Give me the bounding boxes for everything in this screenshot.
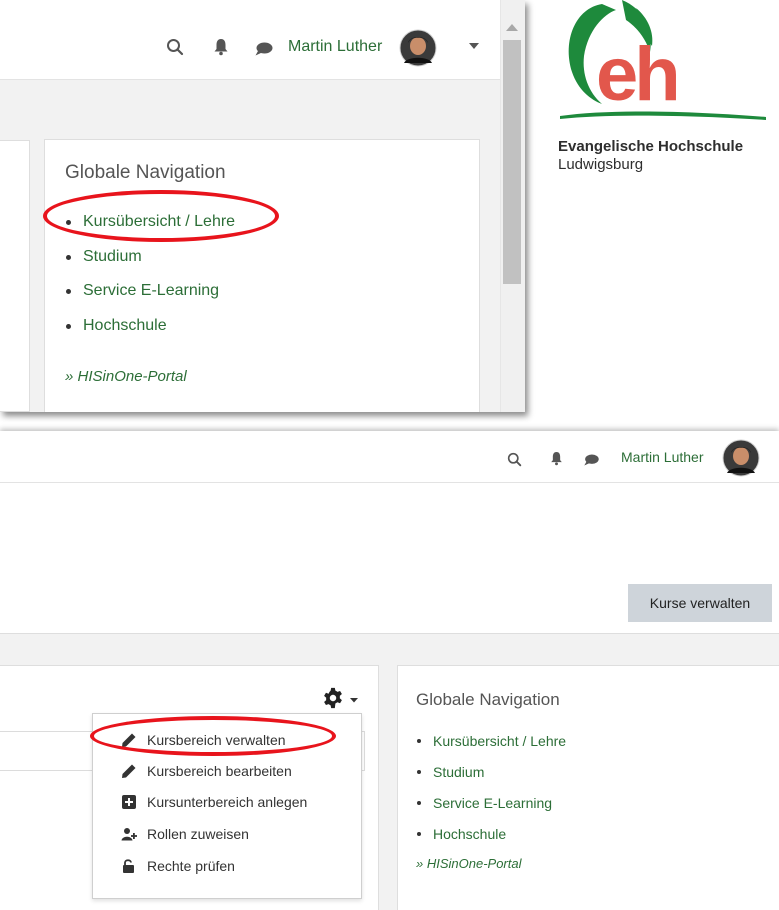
global-navigation-block: Globale Navigation Kursübersicht / Lehre… [44, 139, 480, 412]
global-navigation-block: Globale Navigation Kursübersicht / Lehre… [397, 665, 779, 910]
menu-item-label: Rollen zuweisen [147, 826, 249, 842]
nav-item-service-elearning[interactable]: Service E-Learning [65, 281, 235, 316]
avatar[interactable] [722, 439, 760, 477]
scroll-up-arrow-icon[interactable] [506, 24, 518, 31]
pencil-icon [122, 764, 136, 778]
user-name[interactable]: Martin Luther [288, 38, 382, 56]
caret-down-icon[interactable] [469, 43, 479, 50]
nav-item-kursuebersicht[interactable]: Kursübersicht / Lehre [65, 212, 235, 247]
settings-dropdown-menu: Kursbereich verwalten Kursbereich bearbe… [92, 713, 362, 899]
pencil-icon [122, 733, 136, 747]
bottom-navbar: Martin Luther [0, 431, 779, 483]
nav-item-kursuebersicht[interactable]: Kursübersicht / Lehre [416, 732, 566, 763]
plus-square-icon [122, 795, 136, 809]
menu-item-label: Kursbereich bearbeiten [147, 763, 292, 779]
menu-item-kursbereich-verwalten[interactable]: Kursbereich verwalten [93, 724, 361, 756]
top-screenshot: Martin Luther Globale Navigation Kursübe… [0, 0, 525, 412]
scrollbar-thumb[interactable] [503, 40, 521, 284]
caret-down-icon[interactable] [350, 698, 358, 703]
nav-item-studium[interactable]: Studium [65, 247, 235, 282]
user-name[interactable]: Martin Luther [621, 449, 703, 465]
menu-item-kursbereich-bearbeiten[interactable]: Kursbereich bearbeiten [93, 755, 361, 787]
chat-icon[interactable] [254, 41, 274, 57]
nav-item-service-elearning[interactable]: Service E-Learning [416, 794, 566, 825]
menu-item-label: Kursunterbereich anlegen [147, 794, 308, 810]
content-card [0, 140, 30, 412]
hisinone-portal-link[interactable]: » HISinOne-Portal [416, 856, 522, 871]
menu-item-label: Rechte prüfen [147, 858, 235, 874]
logo-line-1: Evangelische Hochschule [558, 138, 744, 155]
logo-mark: eh [596, 32, 677, 117]
search-icon[interactable] [166, 38, 184, 56]
search-icon[interactable] [507, 452, 522, 467]
global-navigation-list: Kursübersicht / Lehre Studium Service E-… [65, 212, 235, 350]
global-navigation-title: Globale Navigation [65, 162, 226, 183]
nav-item-hochschule[interactable]: Hochschule [416, 825, 566, 856]
gear-icon[interactable] [322, 687, 344, 709]
nav-item-studium[interactable]: Studium [416, 763, 566, 794]
hisinone-portal-link[interactable]: » HISinOne-Portal [65, 368, 187, 385]
global-navigation-title: Globale Navigation [416, 690, 560, 709]
menu-item-rechte-pruefen[interactable]: Rechte prüfen [93, 850, 361, 882]
global-navigation-list: Kursübersicht / Lehre Studium Service E-… [416, 732, 566, 856]
manage-courses-button[interactable]: Kurse verwalten [628, 584, 772, 622]
chat-icon[interactable] [583, 453, 600, 467]
avatar[interactable] [399, 29, 437, 67]
user-plus-icon [121, 828, 137, 841]
menu-item-rollen-zuweisen[interactable]: Rollen zuweisen [93, 818, 361, 850]
logo-line-2: Ludwigsburg [558, 156, 644, 173]
nav-item-hochschule[interactable]: Hochschule [65, 316, 235, 351]
bottom-screenshot: Martin Luther Kurse verwalten Globale Na… [0, 431, 779, 910]
top-navbar: Martin Luther [0, 0, 500, 80]
bell-icon[interactable] [213, 38, 229, 56]
unlock-icon [123, 859, 134, 873]
bell-icon[interactable] [550, 451, 563, 466]
menu-item-label: Kursbereich verwalten [147, 732, 286, 748]
menu-item-kursunterbereich-anlegen[interactable]: Kursunterbereich anlegen [93, 786, 361, 818]
